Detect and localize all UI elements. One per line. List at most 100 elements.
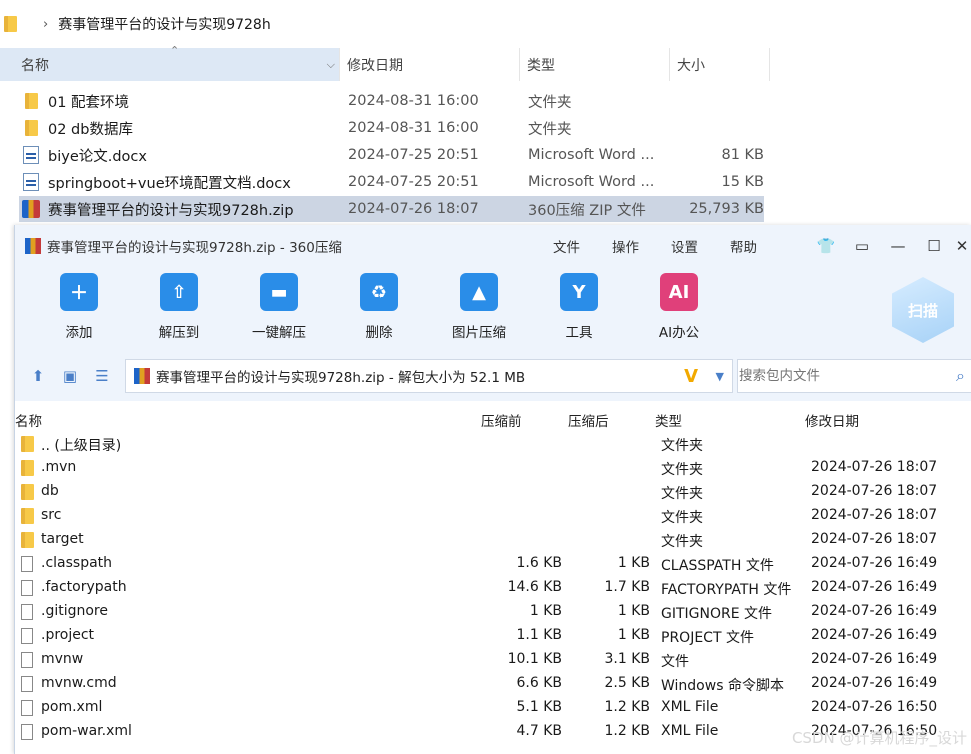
thumbnail-view-icon[interactable]: ▣ bbox=[59, 365, 81, 387]
breadcrumb[interactable]: › 赛事管理平台的设计与实现9728h bbox=[0, 8, 271, 40]
item-type: 文件夹 bbox=[661, 534, 703, 550]
tool-label: 解压到 bbox=[158, 325, 200, 341]
search-icon[interactable]: ⌕ bbox=[956, 366, 965, 386]
file-type: 文件夹 bbox=[528, 121, 572, 138]
list-item[interactable]: src 文件夹 2024-07-26 18:07 bbox=[15, 504, 971, 528]
minimize-icon[interactable]: — bbox=[880, 237, 916, 255]
up-arrow-icon[interactable]: ⬆ bbox=[27, 365, 49, 387]
menu-help[interactable]: 帮助 bbox=[730, 236, 757, 256]
item-name: target bbox=[41, 531, 84, 547]
item-type: 文件夹 bbox=[661, 510, 703, 526]
tool-button-ai-office[interactable]: AI AI办公 bbox=[634, 273, 724, 341]
item-date: 2024-07-26 18:07 bbox=[811, 507, 938, 523]
item-type: FACTORYPATH 文件 bbox=[661, 582, 792, 598]
list-item[interactable]: .classpath 1.6 KB 1 KB CLASSPATH 文件 2024… bbox=[15, 552, 971, 576]
column-type[interactable]: 类型 bbox=[520, 48, 670, 81]
folder-icon-wrap bbox=[19, 91, 43, 111]
folder-icon bbox=[21, 436, 34, 452]
explorer-row[interactable]: 02 db数据库 2024-08-31 16:00 文件夹 bbox=[19, 115, 764, 141]
column-type[interactable]: 类型 bbox=[655, 410, 682, 430]
explorer-row[interactable]: 01 配套环境 2024-08-31 16:00 文件夹 bbox=[19, 88, 764, 114]
image-compress-icon: ▲ bbox=[460, 273, 498, 311]
item-name: pom.xml bbox=[41, 699, 103, 715]
column-packed[interactable]: 压缩前 bbox=[481, 410, 522, 430]
column-headers: ⌃ 名称 ⌵ 修改日期 类型 大小 bbox=[0, 44, 771, 81]
v-logo-icon[interactable]: V bbox=[684, 366, 698, 387]
list-item[interactable]: .project 1.1 KB 1 KB PROJECT 文件 2024-07-… bbox=[15, 624, 971, 648]
search-input[interactable] bbox=[739, 368, 939, 384]
tool-label: 图片压缩 bbox=[452, 325, 506, 341]
folder-icon bbox=[24, 120, 38, 136]
close-icon[interactable]: ✕ bbox=[952, 237, 971, 255]
folder-icon bbox=[21, 508, 34, 524]
window-title: 赛事管理平台的设计与实现9728h.zip - 360压缩 bbox=[47, 240, 342, 256]
feedback-icon[interactable]: ▭ bbox=[844, 237, 880, 255]
file-date: 2024-07-25 20:51 bbox=[348, 174, 479, 190]
word-doc-icon-wrap bbox=[19, 145, 43, 165]
explorer-row[interactable]: 赛事管理平台的设计与实现9728h.zip 2024-07-26 18:07 3… bbox=[19, 196, 764, 222]
address-row: ⬆ ▣ ☰ 赛事管理平台的设计与实现9728h.zip - 解包大小为 52.1… bbox=[15, 353, 971, 401]
file-icon bbox=[21, 604, 33, 620]
list-item[interactable]: .mvn 文件夹 2024-07-26 18:07 bbox=[15, 456, 971, 480]
explorer-row[interactable]: springboot+vue环境配置文档.docx 2024-07-25 20:… bbox=[19, 169, 764, 195]
list-item[interactable]: .. (上级目录) 文件夹 bbox=[15, 432, 971, 456]
tool-button-extract-to[interactable]: ⇧ 解压到 bbox=[134, 273, 224, 341]
watermark: CSDN @计算机程序_设计 bbox=[791, 729, 967, 747]
tool-label: 一键解压 bbox=[252, 325, 306, 341]
item-compressed-size: 1.2 KB bbox=[604, 699, 651, 715]
delete-icon: ♻ bbox=[360, 273, 398, 311]
file-name: biye论文.docx bbox=[48, 148, 147, 165]
menu-operate[interactable]: 操作 bbox=[612, 236, 639, 256]
file-icon bbox=[21, 724, 33, 740]
list-item[interactable]: target 文件夹 2024-07-26 18:07 bbox=[15, 528, 971, 552]
tool-button-delete[interactable]: ♻ 删除 bbox=[334, 273, 424, 341]
list-item[interactable]: db 文件夹 2024-07-26 18:07 bbox=[15, 480, 971, 504]
list-header: 名称 压缩前 压缩后 类型 修改日期 bbox=[15, 407, 971, 431]
breadcrumb-path[interactable]: 赛事管理平台的设计与实现9728h bbox=[58, 14, 271, 34]
tool-button-tools[interactable]: Y 工具 bbox=[534, 273, 624, 341]
list-item[interactable]: pom.xml 5.1 KB 1.2 KB XML File 2024-07-2… bbox=[15, 696, 971, 720]
file-size: 25,793 KB bbox=[689, 201, 764, 217]
list-item[interactable]: mvnw 10.1 KB 3.1 KB 文件 2024-07-26 16:49 bbox=[15, 648, 971, 672]
file-size: 81 KB bbox=[721, 147, 764, 163]
tool-button-one-click-extract[interactable]: ▬ 一键解压 bbox=[234, 273, 324, 341]
chevron-down-icon[interactable]: ▼ bbox=[716, 370, 724, 383]
list-item[interactable]: .factorypath 14.6 KB 1.7 KB FACTORYPATH … bbox=[15, 576, 971, 600]
scan-button[interactable]: 扫描 bbox=[892, 277, 954, 343]
skin-icon[interactable]: 👕 bbox=[808, 237, 844, 255]
chevron-down-icon[interactable]: ⌵ bbox=[327, 58, 335, 72]
file-name: springboot+vue环境配置文档.docx bbox=[48, 175, 291, 192]
tool-button-add[interactable]: ＋ 添加 bbox=[34, 273, 124, 341]
item-type: GITIGNORE 文件 bbox=[661, 606, 773, 622]
address-bar[interactable]: 赛事管理平台的设计与实现9728h.zip - 解包大小为 52.1 MB V … bbox=[125, 359, 733, 393]
menu-settings[interactable]: 设置 bbox=[671, 236, 698, 256]
menu-file[interactable]: 文件 bbox=[553, 236, 580, 256]
column-size[interactable]: 大小 bbox=[670, 48, 770, 81]
column-date[interactable]: 修改日期 bbox=[340, 48, 520, 81]
tool-label: 工具 bbox=[565, 325, 593, 341]
tools-icon: Y bbox=[560, 273, 598, 311]
column-size-label: 大小 bbox=[677, 57, 705, 74]
list-view-icon[interactable]: ☰ bbox=[91, 365, 113, 387]
list-item[interactable]: mvnw.cmd 6.6 KB 2.5 KB Windows 命令脚本 2024… bbox=[15, 672, 971, 696]
tool-button-image-compress[interactable]: ▲ 图片压缩 bbox=[434, 273, 524, 341]
word-doc-icon bbox=[23, 173, 39, 191]
list-item[interactable]: .gitignore 1 KB 1 KB GITIGNORE 文件 2024-0… bbox=[15, 600, 971, 624]
column-date-label: 修改日期 bbox=[347, 57, 403, 74]
zip-window: 赛事管理平台的设计与实现9728h.zip - 360压缩 文件 操作 设置 帮… bbox=[14, 225, 971, 754]
item-packed-size: 1 KB bbox=[529, 603, 562, 619]
file-icon bbox=[21, 700, 33, 716]
column-compressed[interactable]: 压缩后 bbox=[568, 410, 609, 430]
explorer-row[interactable]: biye论文.docx 2024-07-25 20:51 Microsoft W… bbox=[19, 142, 764, 168]
sort-up-icon: ⌃ bbox=[170, 44, 180, 57]
column-name[interactable]: ⌃ 名称 ⌵ bbox=[0, 44, 340, 81]
address-text: 赛事管理平台的设计与实现9728h.zip - 解包大小为 52.1 MB bbox=[156, 370, 526, 386]
item-date: 2024-07-26 18:07 bbox=[811, 483, 938, 499]
item-name: db bbox=[41, 483, 59, 499]
column-name[interactable]: 名称 bbox=[15, 410, 42, 430]
column-date[interactable]: 修改日期 bbox=[805, 410, 859, 430]
maximize-icon[interactable]: ☐ bbox=[916, 237, 952, 255]
title-bar[interactable]: 赛事管理平台的设计与实现9728h.zip - 360压缩 文件 操作 设置 帮… bbox=[15, 225, 971, 267]
add-icon: ＋ bbox=[60, 273, 98, 311]
extract-to-icon: ⇧ bbox=[160, 273, 198, 311]
